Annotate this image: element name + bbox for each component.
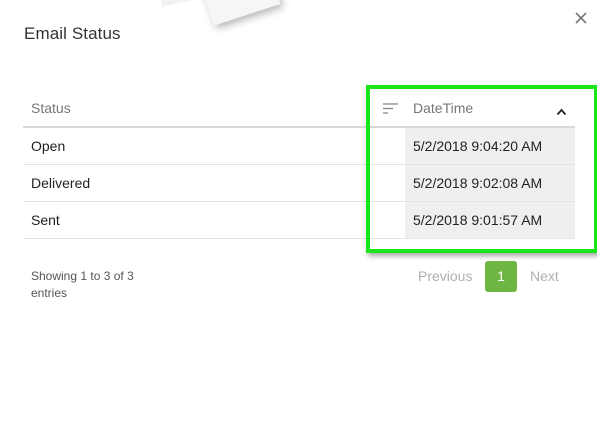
close-button[interactable] <box>572 9 590 27</box>
status-cell: Sent <box>23 201 363 239</box>
chevron-up-icon <box>556 103 567 119</box>
table-header-row: Status DateTime <box>23 90 575 128</box>
datetime-cell: 5/2/2018 9:02:08 AM <box>405 164 575 202</box>
status-cell: Open <box>23 127 363 165</box>
sort-lines-icon <box>383 101 398 117</box>
background-paper-shadow <box>158 0 208 7</box>
table-row: Sent 5/2/2018 9:01:57 AM <box>23 201 575 239</box>
email-status-table: Status DateTime Open 5/2/2018 9:04:20 AM… <box>23 90 575 239</box>
background-paper-graphic <box>199 0 281 26</box>
empty-cell <box>363 127 405 165</box>
column-header-datetime[interactable]: DateTime <box>405 90 575 128</box>
pagination-next-button[interactable]: Next <box>530 268 559 284</box>
column-header-status[interactable]: Status <box>23 90 363 128</box>
close-icon <box>575 12 587 24</box>
table-row: Delivered 5/2/2018 9:02:08 AM <box>23 164 575 202</box>
datetime-cell: 5/2/2018 9:04:20 AM <box>405 127 575 165</box>
entries-info-text: Showing 1 to 3 of 3 entries <box>31 269 134 300</box>
column-sort-toggle[interactable] <box>363 90 405 128</box>
dialog-title: Email Status <box>24 24 121 43</box>
pagination-previous-button[interactable]: Previous <box>418 268 472 284</box>
column-header-datetime-label: DateTime <box>413 100 474 116</box>
table-row: Open 5/2/2018 9:04:20 AM <box>23 127 575 165</box>
datetime-cell: 5/2/2018 9:01:57 AM <box>405 201 575 239</box>
status-cell: Delivered <box>23 164 363 202</box>
pagination-page-1-button[interactable]: 1 <box>485 261 517 292</box>
empty-cell <box>363 201 405 239</box>
empty-cell <box>363 164 405 202</box>
